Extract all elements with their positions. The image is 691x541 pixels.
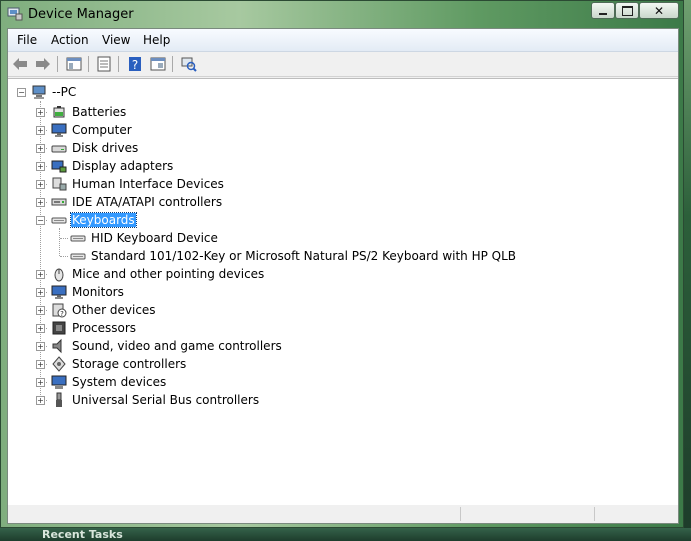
toolbar-separator [88, 56, 89, 72]
tree-item-universal-serial-bus-controllers[interactable]: Universal Serial Bus controllers [72, 393, 259, 407]
device-manager-window: Device Manager ✕ File Action View Help ?… [0, 0, 684, 528]
help-icon: ? [129, 57, 141, 72]
tree-device-0[interactable]: HID Keyboard Device [91, 231, 218, 245]
tree-item-monitors[interactable]: Monitors [72, 285, 124, 299]
expand-toggle[interactable]: + [36, 162, 45, 171]
status-divider [594, 507, 596, 521]
expand-toggle[interactable]: + [36, 108, 45, 117]
menu-file[interactable]: File [17, 33, 37, 47]
tree-item-mice-and-other-pointing-devices[interactable]: Mice and other pointing devices [72, 267, 264, 281]
toolbar-separator [57, 56, 58, 72]
status-divider [460, 507, 462, 521]
ide-controller-icon [51, 198, 67, 206]
computer-icon [32, 85, 46, 99]
forward-button[interactable] [34, 55, 52, 73]
tree-root-label[interactable]: --PC [52, 85, 76, 99]
display-adapter-icon [51, 160, 67, 173]
collapse-toggle[interactable]: − [17, 88, 26, 97]
minimize-icon [599, 12, 607, 15]
back-button[interactable] [11, 55, 29, 73]
show-hide-tree-button[interactable] [65, 55, 83, 73]
expand-toggle[interactable]: + [36, 396, 45, 405]
tree-device-1[interactable]: Standard 101/102-Key or Microsoft Natura… [91, 249, 516, 263]
show-hide-tree-icon [66, 57, 82, 71]
view-button[interactable] [149, 55, 167, 73]
expand-toggle[interactable]: + [36, 378, 45, 387]
expand-toggle[interactable]: + [36, 126, 45, 135]
mouse-icon [54, 268, 64, 282]
keyboard-icon [51, 217, 67, 224]
tree-item-storage-controllers[interactable]: Storage controllers [72, 357, 186, 371]
status-bar [8, 505, 678, 523]
tree-item-other-devices[interactable]: Other devices [72, 303, 156, 317]
tree-connector [59, 228, 60, 256]
tree-item-disk-drives[interactable]: Disk drives [72, 141, 138, 155]
toolbar: ? [8, 52, 678, 77]
monitor-icon [51, 123, 67, 137]
tree-connector [60, 238, 68, 239]
keyboard-icon [70, 253, 86, 260]
tree-item-display-adapters[interactable]: Display adapters [72, 159, 173, 173]
close-icon: ✕ [653, 3, 665, 18]
tree-item-sound-video-and-game-controllers[interactable]: Sound, video and game controllers [72, 339, 282, 353]
maximize-icon [621, 5, 633, 16]
back-icon [13, 58, 27, 70]
svg-text:?: ? [60, 310, 64, 318]
title-bar[interactable]: Device Manager ✕ [1, 1, 683, 28]
device-tree[interactable]: − --PC + Batteries + Computer + Disk drives + D… [8, 78, 678, 507]
monitor-icon [51, 285, 67, 299]
expand-toggle[interactable]: + [36, 270, 45, 279]
collapse-toggle[interactable]: − [36, 216, 45, 225]
storage-controller-icon [52, 356, 66, 372]
window-title: Device Manager [28, 7, 134, 22]
expand-toggle[interactable]: + [36, 288, 45, 297]
device-manager-icon [7, 7, 23, 21]
expand-toggle[interactable]: + [36, 360, 45, 369]
expand-toggle[interactable]: + [36, 342, 45, 351]
expand-toggle[interactable]: + [36, 144, 45, 153]
tree-item-keyboards[interactable]: Keyboards [70, 212, 137, 228]
tree-item-batteries[interactable]: Batteries [72, 105, 126, 119]
view-icon [150, 57, 166, 71]
expand-toggle[interactable]: + [36, 180, 45, 189]
tree-connector [60, 256, 68, 257]
tree-item-processors[interactable]: Processors [72, 321, 136, 335]
forward-icon [36, 58, 50, 70]
menu-view[interactable]: View [102, 33, 130, 47]
minimize-button[interactable] [591, 2, 615, 19]
hid-icon [52, 177, 67, 191]
desktop-behind-text: Recent Tasks [42, 528, 123, 541]
unknown-device-icon: ? [52, 303, 67, 318]
svg-text:?: ? [132, 58, 138, 72]
battery-icon [53, 106, 65, 118]
scan-hardware-icon [181, 57, 197, 72]
menu-bar: File Action View Help [8, 29, 678, 52]
tree-item-system-devices[interactable]: System devices [72, 375, 166, 389]
scan-hardware-button[interactable] [180, 55, 198, 73]
expand-toggle[interactable]: + [36, 306, 45, 315]
processor-icon [52, 321, 66, 335]
expand-toggle[interactable]: + [36, 198, 45, 207]
menu-action[interactable]: Action [51, 33, 89, 47]
keyboard-icon [70, 235, 86, 242]
disk-drive-icon [51, 145, 67, 153]
client-area: File Action View Help ? − --PC + Batteri… [7, 28, 679, 524]
tree-item-ide-ata-atapi-controllers[interactable]: IDE ATA/ATAPI controllers [72, 195, 222, 209]
tree-item-human-interface-devices[interactable]: Human Interface Devices [72, 177, 224, 191]
expand-toggle[interactable]: + [36, 324, 45, 333]
desktop-background [684, 0, 691, 541]
usb-icon [56, 392, 62, 407]
properties-button[interactable] [95, 55, 113, 73]
maximize-button[interactable] [615, 2, 639, 19]
close-button[interactable]: ✕ [639, 2, 679, 19]
speaker-icon [52, 338, 62, 354]
help-button[interactable]: ? [126, 55, 144, 73]
properties-icon [97, 56, 111, 72]
toolbar-separator [172, 56, 173, 72]
toolbar-separator [118, 56, 119, 72]
tree-item-computer[interactable]: Computer [72, 123, 132, 137]
menu-help[interactable]: Help [143, 33, 170, 47]
system-device-icon [51, 375, 67, 389]
